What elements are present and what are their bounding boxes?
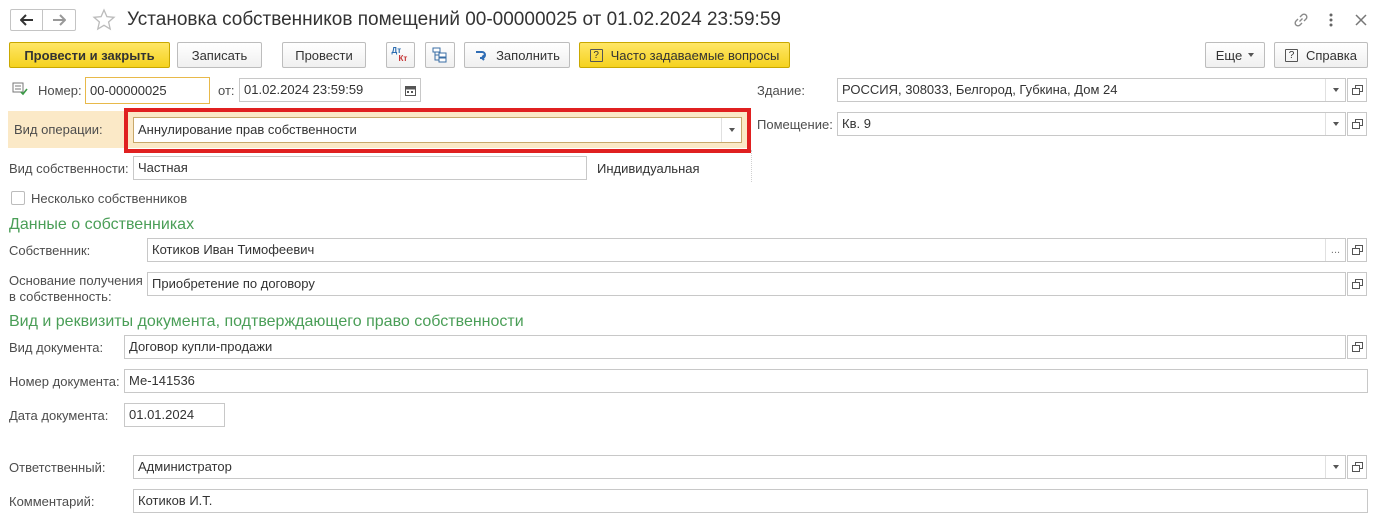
doc-date-label: Дата документа:: [9, 408, 109, 423]
help-icon: ?: [1285, 48, 1298, 62]
post-button[interactable]: Провести: [282, 42, 366, 68]
fill-button[interactable]: Заполнить: [464, 42, 570, 68]
document-section-title: Вид и реквизиты документа, подтверждающе…: [9, 313, 524, 330]
number-label: Номер:: [38, 83, 82, 98]
ownership-field[interactable]: Частная: [133, 156, 587, 180]
basis-label-line1: Основание получения: [9, 273, 143, 288]
owner-field[interactable]: Котиков Иван Тимофеевич ...: [147, 238, 1346, 262]
star-icon: [92, 8, 116, 31]
building-label: Здание:: [757, 83, 805, 98]
comment-field[interactable]: Котиков И.Т.: [133, 489, 1368, 513]
calendar-icon: [405, 85, 416, 96]
owners-section-title: Данные о собственниках: [9, 216, 195, 233]
basis-field[interactable]: Приобретение по договору: [147, 272, 1346, 296]
responsible-value: Администратор: [138, 459, 232, 474]
open-form-icon: [1351, 279, 1363, 289]
operation-value: Аннулирование прав собственности: [138, 122, 357, 137]
close-button[interactable]: [1353, 12, 1369, 28]
owner-value: Котиков Иван Тимофеевич: [152, 242, 315, 257]
owner-select-button[interactable]: ...: [1325, 239, 1345, 261]
post-label: Провести: [295, 47, 353, 63]
more-label: Еще: [1215, 47, 1243, 63]
faq-icon: ?: [589, 48, 603, 62]
dt-kt-icon: Дт Кт: [391, 46, 408, 63]
column-divider: [751, 150, 752, 182]
basis-label-line2: в собственность:: [9, 289, 112, 304]
more-button[interactable]: Еще: [1205, 42, 1265, 68]
forward-arrow-icon: [53, 14, 66, 26]
open-form-icon: [1351, 245, 1363, 255]
more-actions-button[interactable]: [1325, 11, 1337, 29]
several-owners-checkbox[interactable]: [11, 191, 25, 205]
building-field[interactable]: РОССИЯ, 308033, Белгород, Губкина, Дом 2…: [837, 78, 1346, 102]
favorite-star-button[interactable]: [92, 8, 116, 32]
room-field[interactable]: Кв. 9: [837, 112, 1346, 136]
post-and-close-button[interactable]: Провести и закрыть: [9, 42, 170, 68]
chevron-down-icon: [1248, 53, 1255, 57]
calendar-button[interactable]: [400, 79, 420, 101]
open-form-icon: [1351, 462, 1363, 472]
chevron-down-icon: [1332, 88, 1339, 92]
fill-label: Заполнить: [496, 47, 560, 63]
open-form-icon: [1351, 119, 1363, 129]
room-dropdown-button[interactable]: [1325, 113, 1345, 135]
ownership-label: Вид собственности:: [9, 161, 129, 176]
basis-open-button[interactable]: [1347, 272, 1367, 296]
operation-label: Вид операции:: [14, 122, 103, 137]
chevron-down-icon: [1332, 122, 1339, 126]
operation-dropdown-button[interactable]: [721, 118, 741, 142]
chevron-down-icon: [728, 128, 735, 132]
owner-select-dots: ...: [1330, 244, 1341, 256]
help-button[interactable]: ? Справка: [1274, 42, 1368, 68]
close-icon: [1355, 14, 1367, 26]
post-and-close-label: Провести и закрыть: [24, 47, 155, 63]
building-open-button[interactable]: [1347, 78, 1367, 102]
date-field[interactable]: 01.02.2024 23:59:59: [239, 78, 421, 102]
write-button[interactable]: Записать: [177, 42, 262, 68]
owner-label: Собственник:: [9, 243, 91, 258]
hierarchy-icon: [432, 47, 447, 63]
responsible-label: Ответственный:: [9, 460, 106, 475]
room-value: Кв. 9: [842, 116, 871, 131]
faq-label: Часто задаваемые вопросы: [610, 47, 780, 63]
doc-number-field[interactable]: Ме-141536: [124, 369, 1368, 393]
comment-label: Комментарий:: [9, 494, 95, 509]
several-owners-label: Несколько собственников: [31, 191, 188, 206]
room-label: Помещение:: [757, 117, 833, 132]
owner-open-button[interactable]: [1347, 238, 1367, 262]
back-button[interactable]: [10, 9, 43, 31]
building-value: РОССИЯ, 308033, Белгород, Губкина, Дом 2…: [842, 82, 1118, 97]
window-title: Установка собственников помещений 00-000…: [127, 9, 781, 30]
more-vertical-icon: [1329, 13, 1333, 27]
responsible-field[interactable]: Администратор: [133, 455, 1346, 479]
number-field[interactable]: 00-00000025: [85, 77, 210, 104]
room-open-button[interactable]: [1347, 112, 1367, 136]
chevron-down-icon: [1332, 465, 1339, 469]
doc-type-label: Вид документа:: [9, 340, 104, 355]
ownership-kind-text: Индивидуальная: [597, 161, 700, 176]
help-label: Справка: [1306, 47, 1357, 63]
open-form-icon: [1351, 342, 1363, 352]
link-button[interactable]: [1292, 11, 1310, 29]
operation-field[interactable]: Аннулирование прав собственности: [133, 117, 742, 143]
link-icon: [1294, 13, 1308, 27]
forward-button[interactable]: [43, 9, 76, 31]
doc-type-field[interactable]: Договор купли-продажи: [124, 335, 1346, 359]
document-posted-icon: [12, 82, 28, 96]
responsible-dropdown-button[interactable]: [1325, 456, 1345, 478]
fill-arrow-icon: [476, 51, 487, 61]
write-label: Записать: [191, 47, 248, 63]
structure-button[interactable]: [425, 42, 455, 68]
back-arrow-icon: [19, 14, 33, 26]
doc-date-field[interactable]: 01.01.2024: [124, 403, 225, 427]
open-form-icon: [1351, 85, 1363, 95]
building-dropdown-button[interactable]: [1325, 79, 1345, 101]
doc-type-open-button[interactable]: [1347, 335, 1367, 359]
date-value: 01.02.2024 23:59:59: [244, 82, 364, 97]
faq-button[interactable]: ? Часто задаваемые вопросы: [579, 42, 790, 68]
dt-kt-button[interactable]: Дт Кт: [386, 42, 415, 68]
doc-number-label: Номер документа:: [9, 374, 120, 389]
responsible-open-button[interactable]: [1347, 455, 1367, 479]
date-label: от:: [218, 83, 235, 98]
